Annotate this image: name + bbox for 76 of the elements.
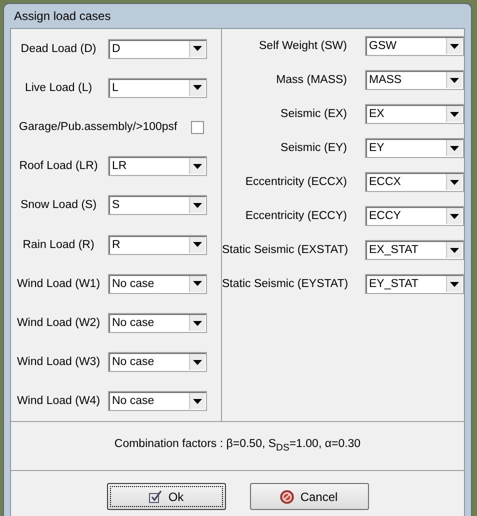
dropdown[interactable]: L: [108, 78, 207, 98]
dropdown-button[interactable]: [189, 354, 205, 370]
dropdown-button[interactable]: [189, 158, 205, 174]
dropdown-button[interactable]: [189, 197, 205, 214]
dropdown[interactable]: No case: [108, 391, 207, 412]
checkbox[interactable]: [191, 120, 204, 134]
dropdown-caret-icon: [193, 85, 202, 90]
dropdown[interactable]: LR: [108, 156, 207, 176]
field-label: Rain Load (R): [22, 238, 96, 251]
field-label: Roof Load (LR): [18, 160, 99, 172]
dropdown[interactable]: ECCX: [365, 172, 464, 192]
field-label: Eccentricity (ECCY): [244, 210, 347, 222]
dropdown-caret-icon: [450, 180, 459, 184]
dropdown-button[interactable]: [189, 236, 205, 253]
dropdown[interactable]: D: [108, 38, 207, 59]
dropdown-caret-icon: [450, 78, 459, 82]
field-label: Self Weight (SW): [258, 40, 347, 52]
dropdown[interactable]: ECCY: [365, 206, 464, 226]
ok-button[interactable]: Ok: [106, 483, 226, 510]
cancel-button[interactable]: Cancel: [250, 483, 368, 510]
field-label: Live Load (L): [24, 82, 94, 94]
dropdown-caret-icon: [193, 242, 202, 248]
dropdown-caret-icon: [193, 46, 202, 52]
dropdown[interactable]: EY: [365, 138, 464, 158]
dropdown[interactable]: GSW: [365, 36, 464, 56]
combination-factors-text: Combination factors : β=0.50, S$_{DS}$=1.00, α=0.30: [114, 438, 361, 454]
dropdown[interactable]: EX: [365, 104, 464, 124]
dropdown[interactable]: No case: [108, 352, 207, 372]
field-label: Garage/Pub.assembly/>100psf: [19, 121, 178, 133]
field-label: Mass (MASS): [275, 74, 347, 86]
dropdown-button[interactable]: [189, 276, 205, 292]
dropdown-caret-icon: [450, 44, 459, 48]
dropdown-button[interactable]: [189, 80, 205, 96]
dropdown-caret-icon: [193, 202, 202, 208]
field-label: Wind Load (W2): [16, 317, 102, 330]
dropdown-button[interactable]: [446, 242, 462, 258]
dropdown[interactable]: EY_STAT: [365, 274, 464, 294]
dropdown-caret-icon: [450, 112, 459, 116]
dropdown-caret-icon: [193, 398, 202, 404]
field-label: Wind Load (W3): [16, 356, 102, 368]
dropdown-caret-icon: [450, 282, 459, 286]
window-title: Assign load cases: [14, 9, 111, 23]
field-label: Wind Load (W1): [16, 278, 102, 290]
dropdown-button[interactable]: [446, 72, 462, 88]
field-label: Static Seismic (EYSTAT): [222, 278, 347, 290]
dropdown-button[interactable]: [189, 40, 205, 57]
dropdown[interactable]: No case: [108, 313, 207, 334]
field-label: Seismic (EY): [280, 142, 347, 154]
dropdown-caret-icon: [193, 281, 202, 286]
field-label: Wind Load (W4): [16, 395, 102, 408]
field-label: Snow Load (S): [19, 199, 98, 212]
dropdown-button[interactable]: [189, 315, 205, 332]
dropdown-caret-icon: [450, 248, 459, 252]
dropdown[interactable]: MASS: [365, 70, 464, 90]
field-label: Seismic (EX): [280, 108, 347, 120]
dropdown-button[interactable]: [446, 38, 462, 54]
dropdown-caret-icon: [193, 164, 202, 169]
dropdown[interactable]: R: [108, 234, 207, 255]
checkbox-check-icon: [148, 490, 162, 504]
dropdown-button[interactable]: [446, 140, 462, 156]
dropdown[interactable]: EX_STAT: [365, 240, 464, 260]
dropdown-caret-icon: [450, 214, 459, 218]
field-label: Static Seismic (EXSTAT): [222, 244, 347, 256]
dropdown[interactable]: No case: [108, 274, 207, 294]
dropdown[interactable]: S: [108, 195, 207, 216]
dropdown-button[interactable]: [446, 174, 462, 190]
field-label: Dead Load (D): [20, 42, 98, 55]
dropdown-button[interactable]: [189, 393, 205, 410]
dropdown-button[interactable]: [446, 106, 462, 122]
dropdown-caret-icon: [450, 146, 459, 150]
dropdown-button[interactable]: [446, 208, 462, 224]
no-entry-icon: [280, 490, 294, 504]
field-label: Eccentricity (ECCX): [244, 176, 347, 188]
dropdown-caret-icon: [193, 320, 202, 326]
dropdown-caret-icon: [193, 360, 202, 365]
dropdown-button[interactable]: [446, 276, 462, 292]
